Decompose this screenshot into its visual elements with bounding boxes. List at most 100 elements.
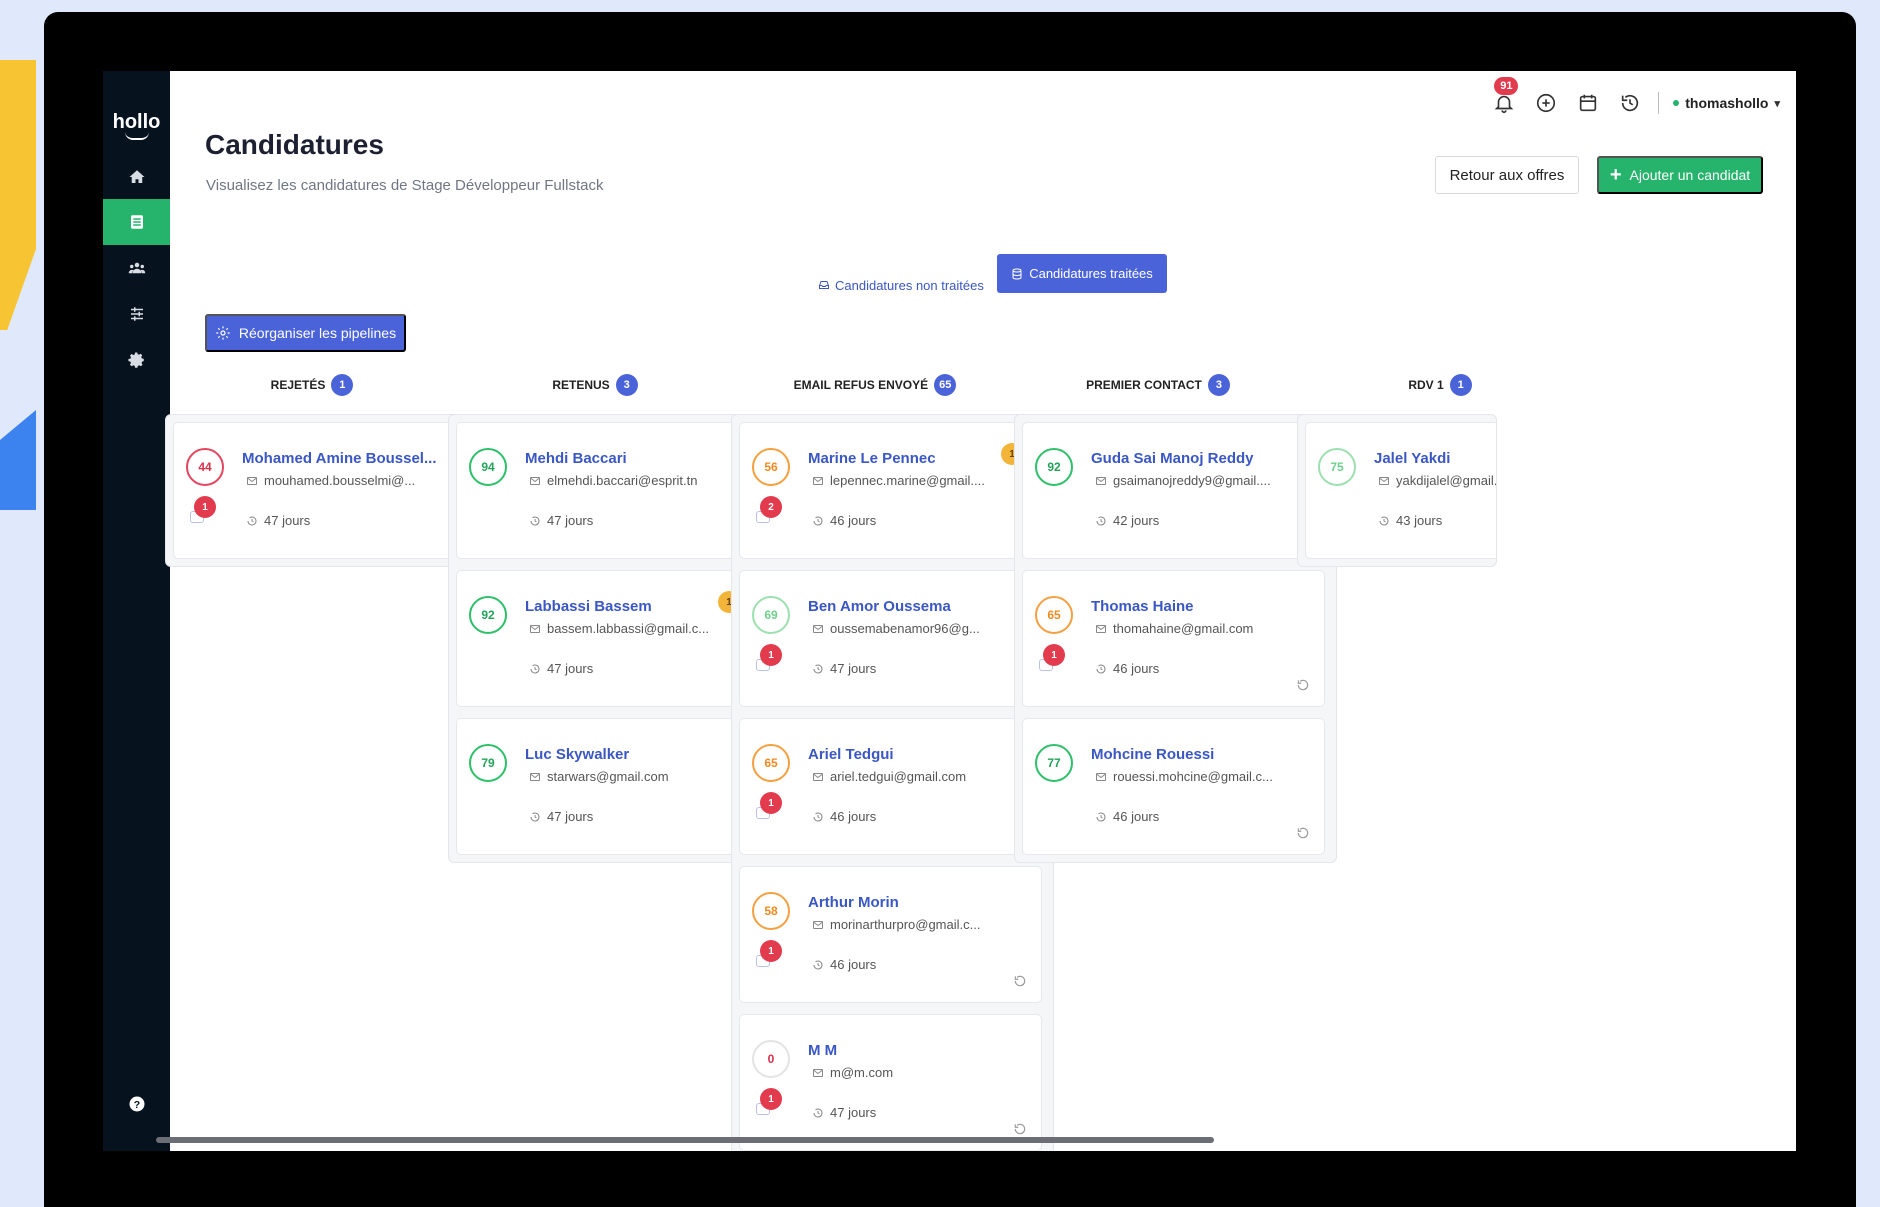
candidate-email: starwars@gmail.com [529, 769, 669, 784]
horizontal-scrollbar[interactable] [156, 1137, 1214, 1143]
pipeline-column: 56 Marine Le Pennec lepennec.marine@gmai… [731, 414, 1054, 1151]
comment-count-badge[interactable]: 1 [760, 940, 782, 962]
sidebar-item-home[interactable] [103, 154, 170, 200]
reorganize-pipelines-button[interactable]: Réorganiser les pipelines [205, 314, 406, 352]
clock-icon [813, 960, 823, 970]
candidate-name[interactable]: Ben Amor Oussema [808, 598, 951, 615]
candidate-email: ariel.tedgui@gmail.com [812, 769, 966, 784]
chevron-down-icon: ▾ [1774, 97, 1780, 110]
comment-count-badge[interactable]: 1 [1043, 644, 1065, 666]
candidate-card[interactable]: 75 Jalel Yakdi yakdijalel@gmail.com 43 j… [1305, 422, 1496, 559]
days-text: 47 jours [830, 661, 877, 676]
history-icon [1622, 94, 1639, 112]
candidate-name[interactable]: Thomas Haine [1091, 598, 1194, 615]
days-text: 47 jours [830, 1105, 877, 1120]
score-ring: 92 [1035, 448, 1073, 486]
candidate-card[interactable]: 0 M M m@m.com 47 jours 1 [739, 1014, 1042, 1151]
notifications-count: 91 [1494, 77, 1519, 95]
days-text: 47 jours [547, 809, 594, 824]
sidebar-item-help[interactable]: ? [103, 1081, 170, 1127]
candidate-name[interactable]: Mohcine Rouessi [1091, 746, 1214, 763]
candidate-card[interactable]: 94 Mehdi Baccari elmehdi.baccari@esprit.… [456, 422, 759, 559]
candidate-name[interactable]: Jalel Yakdi [1374, 450, 1450, 467]
pipeline-column: 94 Mehdi Baccari elmehdi.baccari@esprit.… [448, 414, 771, 863]
candidate-days: 43 jours [1378, 513, 1442, 528]
list-icon [130, 215, 143, 229]
user-menu[interactable]: thomashollo ▾ [1673, 95, 1780, 111]
sidebar-item-settings[interactable] [103, 337, 170, 383]
candidate-email: yakdijalel@gmail.com [1378, 473, 1496, 488]
calendar-icon [1580, 94, 1597, 112]
candidate-email: gsaimanojreddy9@gmail.... [1095, 473, 1271, 488]
score-ring: 69 [752, 596, 790, 634]
candidate-email: oussemabenamor96@g... [812, 621, 980, 636]
candidate-card[interactable]: 56 Marine Le Pennec lepennec.marine@gmai… [739, 422, 1042, 559]
score-ring: 94 [469, 448, 507, 486]
email-text: ariel.tedgui@gmail.com [830, 769, 967, 784]
candidate-name[interactable]: Marine Le Pennec [808, 450, 936, 467]
candidate-name[interactable]: Mohamed Amine Boussel... [242, 450, 436, 467]
score-ring: 77 [1035, 744, 1073, 782]
candidate-card[interactable]: 92 Labbassi Bassem bassem.labbassi@gmail… [456, 570, 759, 707]
candidate-name[interactable]: Luc Skywalker [525, 746, 629, 763]
sidebar-item-candidatures[interactable] [103, 199, 170, 245]
column-count-badge: 1 [331, 374, 354, 396]
home-icon [129, 170, 144, 183]
clock-icon [1379, 516, 1389, 526]
candidate-card[interactable]: 77 Mohcine Rouessi rouessi.mohcine@gmail… [1022, 718, 1325, 855]
column-title: PREMIER CONTACT [1086, 378, 1202, 392]
days-text: 47 jours [547, 661, 594, 676]
database-icon [1012, 268, 1022, 280]
sidebar-item-users[interactable] [103, 245, 170, 291]
candidate-card[interactable]: 65 Thomas Haine thomahaine@gmail.com 46 … [1022, 570, 1325, 707]
comment-count-badge[interactable]: 1 [760, 1088, 782, 1110]
comment-count-badge[interactable]: 1 [760, 792, 782, 814]
candidate-days: 46 jours [812, 809, 876, 824]
mail-icon [813, 1068, 823, 1077]
candidate-name[interactable]: Ariel Tedgui [808, 746, 894, 763]
tab-untreated[interactable]: Candidatures non traitées [808, 267, 994, 303]
sidebar-item-filters[interactable] [103, 291, 170, 337]
mail-icon [530, 476, 540, 485]
candidate-email: m@m.com [812, 1065, 893, 1080]
email-text: mouhamed.bousselmi@... [264, 473, 416, 488]
candidate-card[interactable]: 92 Guda Sai Manoj Reddy gsaimanojreddy9@… [1022, 422, 1325, 559]
add-candidate-button[interactable]: + Ajouter un candidat [1597, 156, 1763, 194]
candidate-card[interactable]: 79 Luc Skywalker starwars@gmail.com 47 j… [456, 718, 759, 855]
reorganize-label: Réorganiser les pipelines [238, 325, 397, 341]
back-to-offers-button[interactable]: Retour aux offres [1435, 156, 1579, 194]
online-status-dot [1673, 100, 1680, 106]
candidate-name[interactable]: Arthur Morin [808, 894, 899, 911]
candidate-name[interactable]: Labbassi Bassem [525, 598, 652, 615]
calendar-button[interactable] [1574, 89, 1602, 117]
candidate-email: morinarthurpro@gmail.c... [812, 917, 980, 932]
candidate-email: thomahaine@gmail.com [1095, 621, 1253, 636]
candidate-name[interactable]: Mehdi Baccari [525, 450, 627, 467]
comment-count-badge[interactable]: 1 [194, 496, 216, 518]
users-icon [128, 262, 145, 274]
refresh-icon[interactable] [1296, 826, 1310, 840]
score-ring: 79 [469, 744, 507, 782]
candidate-name[interactable]: M M [808, 1042, 837, 1059]
help-icon: ? [129, 1096, 144, 1112]
comment-count-badge[interactable]: 2 [760, 496, 782, 518]
score-ring: 56 [752, 448, 790, 486]
candidate-card[interactable]: 44 Mohamed Amine Boussel... mouhamed.bou… [173, 422, 476, 559]
tab-treated[interactable]: Candidatures traitées [997, 254, 1167, 293]
candidate-card[interactable]: 58 Arthur Morin morinarthurpro@gmail.c..… [739, 866, 1042, 1003]
candidate-card[interactable]: 69 Ben Amor Oussema oussemabenamor96@g..… [739, 570, 1042, 707]
plus-icon: + [1609, 163, 1622, 186]
column-header: EMAIL REFUS ENVOYÉ 65 [790, 374, 960, 396]
candidate-card[interactable]: 65 Ariel Tedgui ariel.tedgui@gmail.com 4… [739, 718, 1042, 855]
history-button[interactable] [1616, 89, 1644, 117]
refresh-icon[interactable] [1013, 1122, 1027, 1136]
refresh-icon[interactable] [1013, 974, 1027, 988]
candidate-name[interactable]: Guda Sai Manoj Reddy [1091, 450, 1254, 467]
comment-count-badge[interactable]: 1 [760, 644, 782, 666]
notifications-button[interactable]: 91 [1490, 77, 1519, 117]
logo[interactable]: hollo [103, 111, 170, 140]
refresh-icon[interactable] [1296, 678, 1310, 692]
mail-icon [1379, 476, 1389, 485]
add-button[interactable] [1532, 89, 1560, 117]
score-ring: 0 [752, 1040, 790, 1078]
